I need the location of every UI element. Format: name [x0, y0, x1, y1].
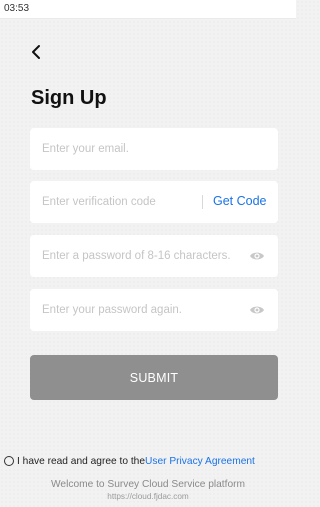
verification-code-input[interactable] — [42, 181, 190, 223]
confirm-password-field-container — [30, 289, 278, 331]
get-code-button[interactable]: Get Code — [213, 194, 267, 208]
page-title: Sign Up — [31, 87, 107, 109]
agreement-text: I have read and agree to the — [17, 455, 146, 467]
email-input[interactable] — [42, 128, 266, 170]
chevron-left-icon — [32, 45, 40, 59]
eye-icon[interactable] — [249, 249, 265, 263]
email-field-container — [30, 128, 278, 170]
privacy-agreement-link[interactable]: User Privacy Agreement — [145, 456, 255, 467]
radio-unchecked-icon[interactable] — [4, 456, 14, 466]
status-time: 03:53 — [4, 3, 30, 14]
field-divider — [202, 195, 203, 209]
verification-code-field-container: Get Code — [30, 181, 278, 223]
agreement-row: I have read and agree to the User Privac… — [4, 454, 296, 468]
submit-button[interactable]: SUBMIT — [30, 355, 278, 400]
password-input[interactable] — [42, 235, 238, 277]
back-button[interactable] — [24, 40, 48, 64]
confirm-password-input[interactable] — [42, 289, 238, 331]
eye-icon[interactable] — [249, 303, 265, 317]
status-bar: 03:53 — [0, 0, 296, 19]
platform-url: https://cloud.fjdac.com — [107, 492, 189, 501]
welcome-text: Welcome to Survey Cloud Service platform — [50, 479, 245, 490]
password-field-container — [30, 235, 278, 277]
